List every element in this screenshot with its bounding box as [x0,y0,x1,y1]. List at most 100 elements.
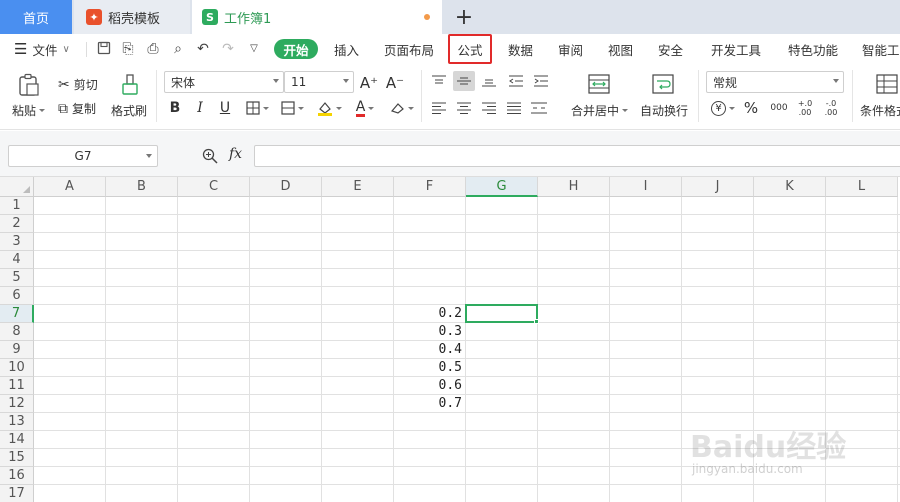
percent-icon[interactable]: % [741,98,761,118]
column-header[interactable]: D [250,177,322,197]
row-header[interactable]: 6 [0,287,34,305]
increase-decimal-icon[interactable]: +.0 .00 [795,97,815,119]
column-header[interactable]: J [682,177,754,197]
merge-center-button[interactable]: 合并居中 [571,102,629,119]
row-header[interactable]: 15 [0,449,34,467]
format-painter-icon[interactable] [118,72,142,98]
justify-icon[interactable] [505,99,523,117]
tab-docer-templates[interactable]: ✦ 稻壳模板 [74,0,190,34]
column-header[interactable]: F [394,177,466,197]
cell-value[interactable]: 0.5 [394,359,462,377]
align-bottom-icon[interactable] [480,72,498,90]
menu-tab-review[interactable]: 审阅 [558,34,583,64]
paste-icon[interactable] [16,72,42,98]
selected-cell[interactable] [465,304,538,323]
tab-workbook[interactable]: S 工作簿1 [192,0,442,34]
underline-icon[interactable]: U [216,98,234,118]
row-header[interactable]: 14 [0,431,34,449]
menu-tab-formula[interactable]: 公式 [448,34,492,64]
align-right-icon[interactable] [480,99,498,117]
shrink-font-icon[interactable]: A⁻ [384,72,406,94]
fill-handle[interactable] [534,319,539,324]
cell-value[interactable]: 0.3 [394,323,462,341]
column-header[interactable]: L [826,177,898,197]
fill-pattern-icon[interactable] [277,98,307,118]
undo-icon[interactable]: ↶ [195,41,211,57]
paste-button[interactable]: 粘贴 [12,102,46,119]
row-header[interactable]: 12 [0,395,34,413]
align-top-icon[interactable] [430,72,448,90]
spreadsheet-grid[interactable]: A B C D E F G H I J K L 1 2 3 4 5 6 7 8 9 10 11 12 13 14 15 16 17 0.2… [0,177,900,502]
clear-format-icon[interactable] [386,98,416,118]
wrap-text-icon[interactable] [650,72,676,96]
save-icon[interactable] [96,41,112,57]
export-icon[interactable]: ⎘ [120,41,136,57]
decrease-decimal-icon[interactable]: -.0 .00 [821,97,841,119]
menu-tab-insert[interactable]: 插入 [334,34,359,64]
column-header[interactable]: G [466,177,538,197]
row-header[interactable]: 8 [0,323,34,341]
align-middle-icon[interactable] [453,71,475,91]
cell-value[interactable]: 0.7 [394,395,462,413]
print-preview-icon[interactable]: ⌕ [170,41,186,57]
column-header[interactable]: K [754,177,826,197]
cell-value[interactable]: 0.4 [394,341,462,359]
menu-tab-start[interactable]: 开始 [274,39,318,59]
conditional-format-button[interactable]: 条件格式 [860,102,900,119]
row-header[interactable]: 5 [0,269,34,287]
menu-tab-security[interactable]: 安全 [658,34,683,64]
column-header[interactable]: E [322,177,394,197]
row-header[interactable]: 9 [0,341,34,359]
row-header[interactable]: 4 [0,251,34,269]
redo-icon[interactable]: ↷ [220,41,236,57]
column-header[interactable]: C [178,177,250,197]
font-name-select[interactable]: 宋体 [164,71,284,93]
row-header[interactable]: 13 [0,413,34,431]
row-header[interactable]: 1 [0,197,34,215]
currency-icon[interactable]: ¥ [708,98,738,118]
select-all-corner[interactable] [0,177,34,197]
zoom-search-icon[interactable] [202,148,218,168]
quick-access-dropdown-icon[interactable]: ▽ [246,41,262,57]
decrease-indent-icon[interactable] [507,72,525,90]
row-header[interactable]: 2 [0,215,34,233]
row-header[interactable]: 3 [0,233,34,251]
wrap-text-button[interactable]: 自动换行 [640,102,688,119]
formula-input[interactable] [254,145,900,167]
menu-tab-data[interactable]: 数据 [508,34,533,64]
menu-tab-view[interactable]: 视图 [608,34,633,64]
row-header[interactable]: 7 [0,305,34,323]
font-color-icon[interactable]: A [350,98,380,118]
align-center-icon[interactable] [455,99,473,117]
column-header[interactable]: B [106,177,178,197]
menu-tab-developer[interactable]: 开发工具 [711,34,761,64]
distributed-align-icon[interactable] [530,99,548,117]
borders-icon[interactable] [242,98,272,118]
align-left-icon[interactable] [430,99,448,117]
column-header[interactable]: I [610,177,682,197]
print-icon[interactable]: ⎙ [145,41,161,57]
menu-tab-special-features[interactable]: 特色功能 [788,34,838,64]
cell-value[interactable]: 0.2 [394,305,462,323]
grow-font-icon[interactable]: A⁺ [358,72,380,94]
bold-icon[interactable]: B [166,98,184,118]
merge-center-icon[interactable] [586,72,612,96]
cell-value[interactable]: 0.6 [394,377,462,395]
italic-icon[interactable]: I [191,98,209,118]
row-header[interactable]: 10 [0,359,34,377]
menu-tab-smart-tools[interactable]: 智能工具 [862,34,900,64]
insert-function-button[interactable]: fx [229,146,242,162]
copy-button[interactable]: ⧉ 复制 [58,100,96,117]
increase-indent-icon[interactable] [532,72,550,90]
column-header[interactable]: A [34,177,106,197]
fill-color-icon[interactable] [314,98,344,118]
add-tab-button[interactable]: + [452,2,476,32]
row-header[interactable]: 16 [0,467,34,485]
cut-button[interactable]: ✂ 剪切 [58,76,98,93]
name-box[interactable]: G7 [8,145,158,167]
number-format-select[interactable]: 常规 [706,71,844,93]
file-menu[interactable]: ☰ 文件 ∨ [14,34,70,64]
tab-home[interactable]: 首页 [0,0,72,34]
font-size-select[interactable]: 11 [284,71,354,93]
format-painter-button[interactable]: 格式刷 [111,102,147,119]
